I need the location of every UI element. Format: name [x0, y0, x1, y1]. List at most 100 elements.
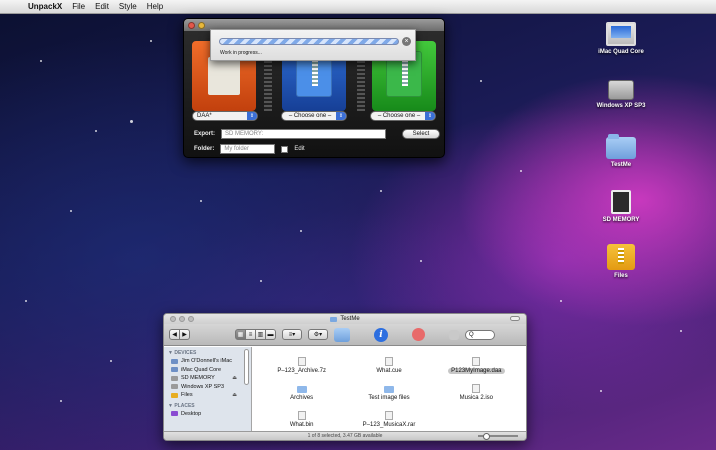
- file-item-selected[interactable]: P123MyImage.daa: [433, 349, 520, 376]
- file-item[interactable]: What.cue: [345, 349, 432, 376]
- file-name: What.cue: [376, 368, 402, 374]
- minimize-window-button[interactable]: [198, 21, 205, 29]
- sidebar-item-imac-quad[interactable]: iMac Quad Core: [168, 366, 251, 375]
- document-icon: [384, 411, 393, 420]
- menu-style[interactable]: Style: [119, 2, 137, 11]
- chevron-updown-icon: ⇕: [336, 112, 346, 120]
- info-icon[interactable]: i: [374, 327, 388, 342]
- sidebar-item-label: iMac Quad Core: [181, 366, 222, 373]
- file-name: P–123_Archive.7z: [277, 368, 327, 374]
- desktop-icon-label: SD MEMORY: [602, 217, 640, 223]
- status-text: 1 of 8 selected, 3.47 GB available: [307, 433, 383, 439]
- export-label: Export:: [194, 131, 215, 137]
- file-grid: P–123_Archive.7z What.cue P123MyImage.da…: [252, 347, 526, 431]
- forward-button[interactable]: ▶: [179, 329, 190, 340]
- delete-icon[interactable]: [412, 328, 425, 341]
- desktop-icon-testme[interactable]: TestMe: [586, 134, 656, 168]
- sidebar-item-windows[interactable]: Windows XP SP3: [168, 383, 251, 392]
- source-format-select[interactable]: DAA* ⇕: [192, 111, 258, 121]
- folder-item[interactable]: Archives: [258, 376, 345, 403]
- menu-help[interactable]: Help: [147, 2, 163, 11]
- close-window-button[interactable]: [188, 21, 195, 29]
- edit-checkbox[interactable]: [281, 145, 289, 153]
- finder-body: ▼ DEVICES Jim O'Donnell's iMac iMac Quad…: [164, 347, 526, 431]
- file-item[interactable]: P–123_MusicaX.rar: [345, 403, 432, 430]
- document-icon: [384, 357, 393, 366]
- document-icon: [297, 357, 306, 366]
- zoom-window-button[interactable]: [188, 316, 194, 322]
- menu-edit[interactable]: Edit: [95, 2, 109, 11]
- sidebar-item-imac[interactable]: Jim O'Donnell's iMac: [168, 357, 251, 366]
- sidebar-places-header[interactable]: ▼ PLACES: [168, 403, 251, 409]
- sidebar-item-sd-memory[interactable]: SD MEMORY ⏏: [168, 374, 251, 383]
- folder-icon: [296, 386, 307, 393]
- desktop-icon-label: Files: [614, 273, 628, 279]
- source-format-value: DAA*: [197, 113, 212, 119]
- window-controls: [170, 316, 194, 322]
- menu-app-name[interactable]: UnpackX: [28, 2, 62, 11]
- star: [520, 170, 522, 172]
- progress-label: Work in progress...: [220, 50, 262, 56]
- toolbar-toggle-button[interactable]: [510, 316, 520, 321]
- desktop-icon: [171, 411, 178, 417]
- menu-bar: UnpackX File Edit Style Help: [0, 0, 716, 14]
- drive-icon: [171, 384, 178, 390]
- select-button[interactable]: Select: [402, 129, 440, 139]
- star: [480, 80, 482, 82]
- desktop-icon-imac[interactable]: iMac Quad Core: [586, 22, 656, 55]
- sidebar-item-label: SD MEMORY: [181, 375, 215, 382]
- document-icon: [472, 357, 481, 366]
- format-selects: DAA* ⇕ – Choose one – ⇕ – Choose one – ⇕: [192, 111, 436, 121]
- finder-title: TestMe: [340, 316, 360, 322]
- icon-size-slider[interactable]: [478, 433, 518, 440]
- folder-item[interactable]: Test image files: [345, 376, 432, 403]
- desktop-icon-files[interactable]: Files: [586, 244, 656, 279]
- star: [25, 300, 27, 302]
- desktop-icon-label: iMac Quad Core: [598, 49, 644, 55]
- target-format-select-2[interactable]: – Choose one – ⇕: [370, 111, 436, 121]
- target-format-select-1[interactable]: – Choose one – ⇕: [281, 111, 347, 121]
- stop-progress-button[interactable]: ×: [402, 37, 411, 46]
- progress-sheet: × Work in progress...: [210, 29, 416, 61]
- search-input[interactable]: Q: [465, 329, 495, 340]
- minimize-window-button[interactable]: [179, 316, 185, 322]
- folder-icon: [383, 386, 394, 393]
- sidebar-devices-header[interactable]: ▼ DEVICES: [168, 350, 251, 356]
- export-field[interactable]: SD MEMORY:: [221, 129, 386, 139]
- folder-row: Folder: My folder Edit: [194, 144, 305, 154]
- eject-icon[interactable]: ⏏: [232, 392, 237, 398]
- arrange-menu-button[interactable]: ≡▾: [282, 329, 302, 340]
- folder-icon: [606, 134, 636, 159]
- file-item[interactable]: P–123_Archive.7z: [258, 349, 345, 376]
- finder-title-bar[interactable]: TestMe: [164, 314, 526, 324]
- menu-file[interactable]: File: [72, 2, 85, 11]
- finder-status-bar: 1 of 8 selected, 3.47 GB available: [164, 431, 526, 440]
- close-window-button[interactable]: [170, 316, 176, 322]
- file-item[interactable]: Musica 2.iso: [433, 376, 520, 403]
- edit-checkbox-label: Edit: [294, 146, 305, 152]
- view-buttons: ▦ ≡ ▥ ▬: [235, 329, 276, 340]
- star: [300, 230, 302, 232]
- target-format-value-2: – Choose one –: [377, 113, 421, 119]
- star: [420, 260, 422, 262]
- eject-icon[interactable]: ⏏: [232, 375, 237, 381]
- new-folder-icon[interactable]: [334, 327, 350, 342]
- file-item[interactable]: What.bin: [258, 403, 345, 430]
- desktop-icon-label: TestMe: [610, 162, 632, 168]
- sidebar-item-label: Desktop: [181, 410, 202, 417]
- sidebar-item-label: Windows XP SP3: [181, 383, 225, 390]
- file-name: P–123_MusicaX.rar: [362, 422, 416, 428]
- folder-field[interactable]: My folder: [220, 144, 276, 154]
- nav-buttons: ◀ ▶: [169, 329, 190, 340]
- sidebar-item-files[interactable]: Files ⏏: [168, 391, 251, 400]
- desktop-icon-windows[interactable]: Windows XP SP3: [586, 80, 656, 109]
- action-menu-button[interactable]: ⚙▾: [308, 329, 328, 340]
- coverflow-view-button[interactable]: ▬: [265, 329, 276, 340]
- desktop-icon-label: Windows XP SP3: [596, 103, 646, 109]
- lock-icon[interactable]: [449, 329, 459, 340]
- star: [70, 210, 72, 212]
- sidebar-item-desktop[interactable]: Desktop: [168, 410, 251, 419]
- sidebar-scrollbar[interactable]: [244, 349, 249, 385]
- desktop-icon-sd-memory[interactable]: SD MEMORY: [586, 190, 656, 223]
- star: [560, 300, 562, 302]
